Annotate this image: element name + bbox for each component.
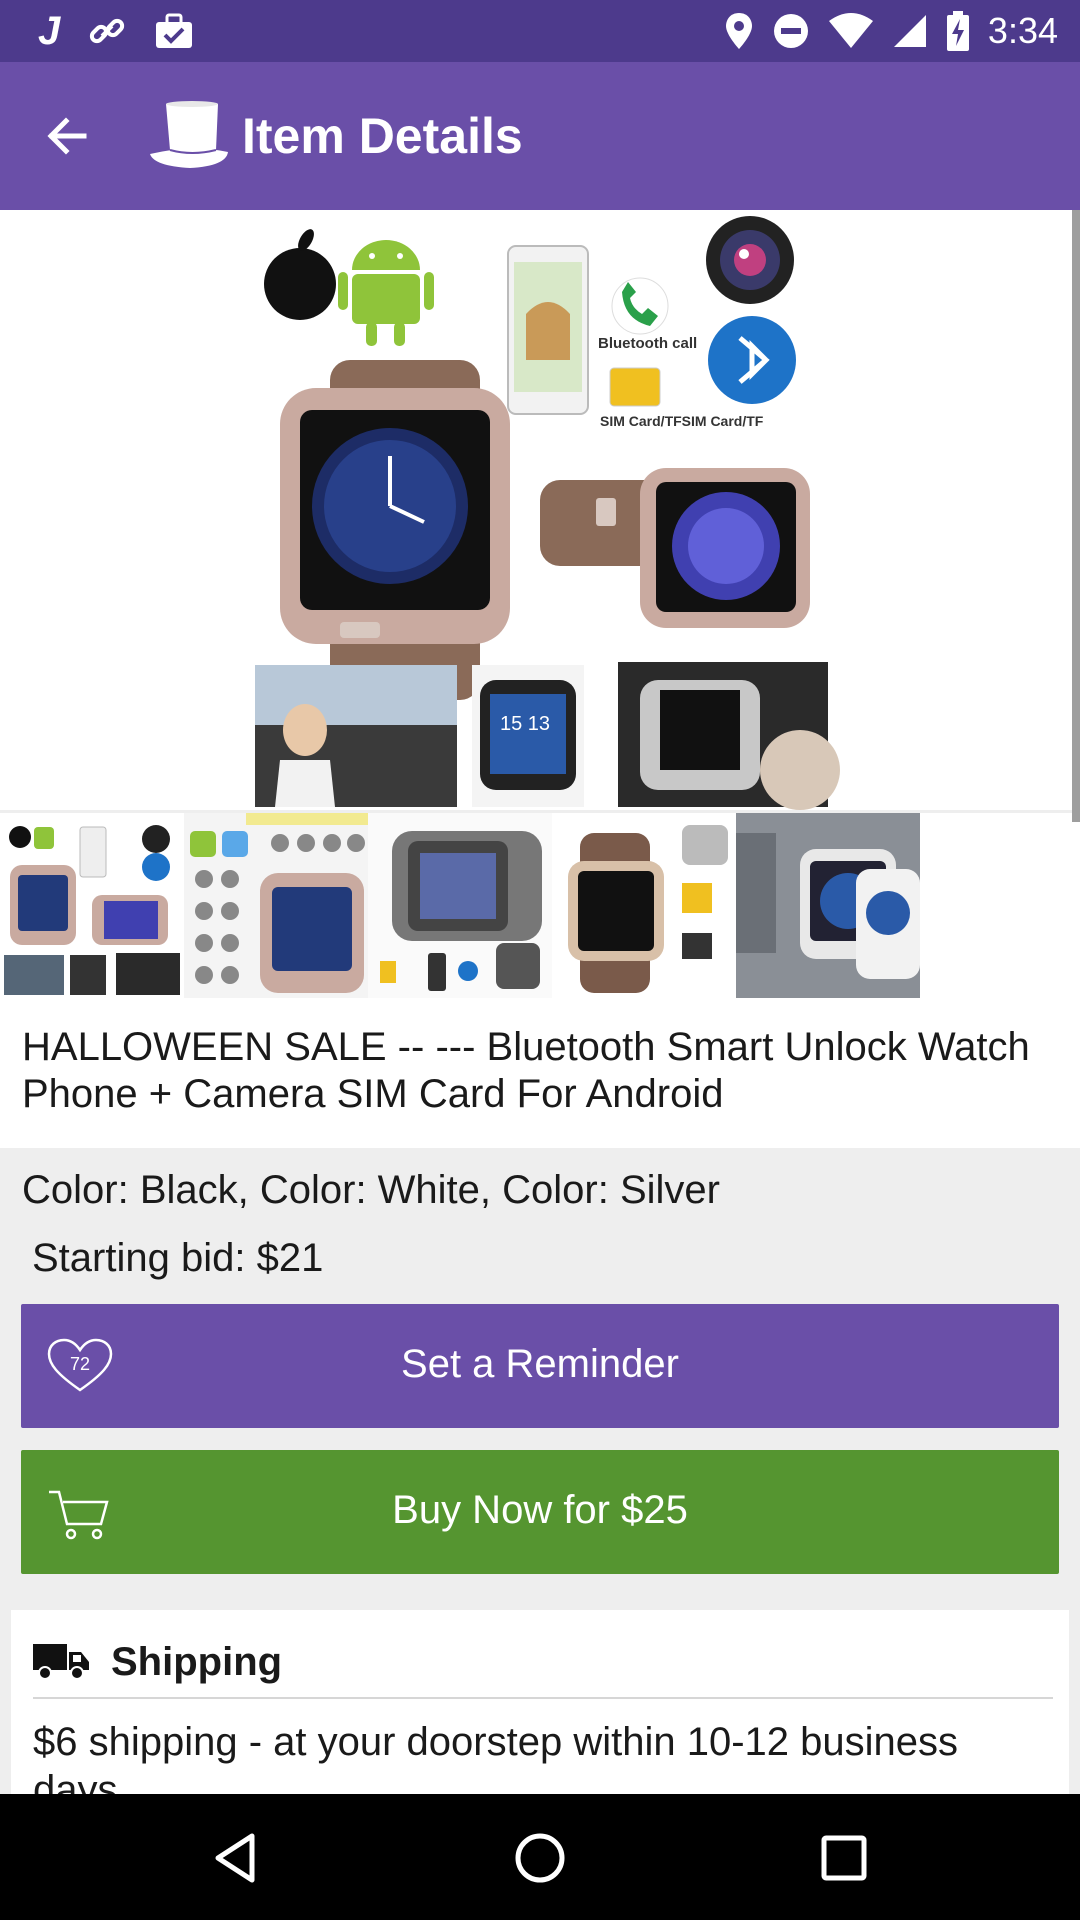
shipping-heading: Shipping	[111, 1640, 283, 1684]
watch-closeup-photo: 15 13	[472, 665, 584, 807]
home-circle-icon[interactable]	[512, 1830, 568, 1886]
hero-label-bluetooth: Bluetooth call	[598, 335, 697, 352]
content-scroll[interactable]: Bluetooth call SIM Card/TFSIM Card/TF 15…	[0, 210, 1080, 1794]
back-triangle-icon[interactable]	[208, 1830, 264, 1886]
camera-lens-icon	[706, 216, 794, 304]
clock: 3:34	[987, 10, 1058, 51]
shipping-card: Shipping $6 shipping - at your doorstep …	[11, 1610, 1069, 1794]
product-photo: Bluetooth call SIM Card/TFSIM Card/TF 15…	[255, 216, 840, 810]
wrist-watch-photo	[618, 662, 840, 810]
product-main-image[interactable]: Bluetooth call SIM Card/TFSIM Card/TF 15…	[0, 210, 1080, 810]
thumbnail-5[interactable]	[736, 813, 920, 998]
shipping-details: $6 shipping - at your doorstep within 10…	[33, 1720, 958, 1794]
bluetooth-icon	[708, 316, 796, 404]
signal-icon	[893, 15, 926, 47]
buy-now-label: Buy Now for $25	[392, 1488, 688, 1532]
watch-side-image	[540, 468, 810, 628]
scrollbar[interactable]	[1072, 210, 1080, 822]
android-logo	[338, 240, 434, 346]
link-icon	[90, 18, 125, 44]
do-not-disturb-icon	[773, 14, 808, 48]
driver-photo	[255, 665, 457, 807]
starting-bid: Starting bid: $21	[32, 1236, 324, 1280]
buy-now-button[interactable]: Buy Now for $25	[21, 1450, 1059, 1574]
battery-charging-icon	[946, 11, 969, 51]
truck-icon	[33, 1644, 89, 1680]
divider	[33, 1697, 1053, 1699]
arrow-back-icon[interactable]	[40, 108, 96, 164]
briefcase-check-icon	[156, 13, 193, 48]
app-bar: Item Details	[0, 62, 1080, 210]
j-app-icon: J	[38, 8, 61, 53]
hero-label-sim: SIM Card/TFSIM Card/TF	[600, 413, 764, 429]
set-reminder-button[interactable]: 72 Set a Reminder	[21, 1304, 1059, 1428]
set-reminder-label: Set a Reminder	[401, 1342, 679, 1386]
thumbnail-strip	[0, 813, 1080, 998]
page-title: Item Details	[242, 108, 523, 164]
watch-front-image	[280, 360, 510, 700]
thumbnail-4[interactable]	[552, 813, 736, 998]
thumbnail-1[interactable]	[0, 813, 184, 998]
apple-logo	[264, 229, 336, 320]
phone-call-icon	[611, 277, 669, 335]
location-icon	[725, 13, 752, 49]
product-variants: Color: Black, Color: White, Color: Silve…	[22, 1168, 720, 1212]
product-title-card: HALLOWEEN SALE -- --- Bluetooth Smart Un…	[0, 998, 1080, 1148]
phone-image	[507, 245, 589, 415]
wifi-icon	[828, 13, 873, 48]
navigation-bar	[0, 1794, 1080, 1920]
recents-square-icon[interactable]	[816, 1830, 872, 1886]
thumbnail-2[interactable]	[184, 813, 368, 998]
top-hat-icon	[150, 101, 228, 168]
svg-text:15 13: 15 13	[500, 713, 550, 735]
thumbnail-3[interactable]	[368, 813, 552, 998]
product-title: HALLOWEEN SALE -- --- Bluetooth Smart Un…	[22, 1025, 1030, 1116]
status-bar: J 3:34	[0, 0, 1080, 62]
